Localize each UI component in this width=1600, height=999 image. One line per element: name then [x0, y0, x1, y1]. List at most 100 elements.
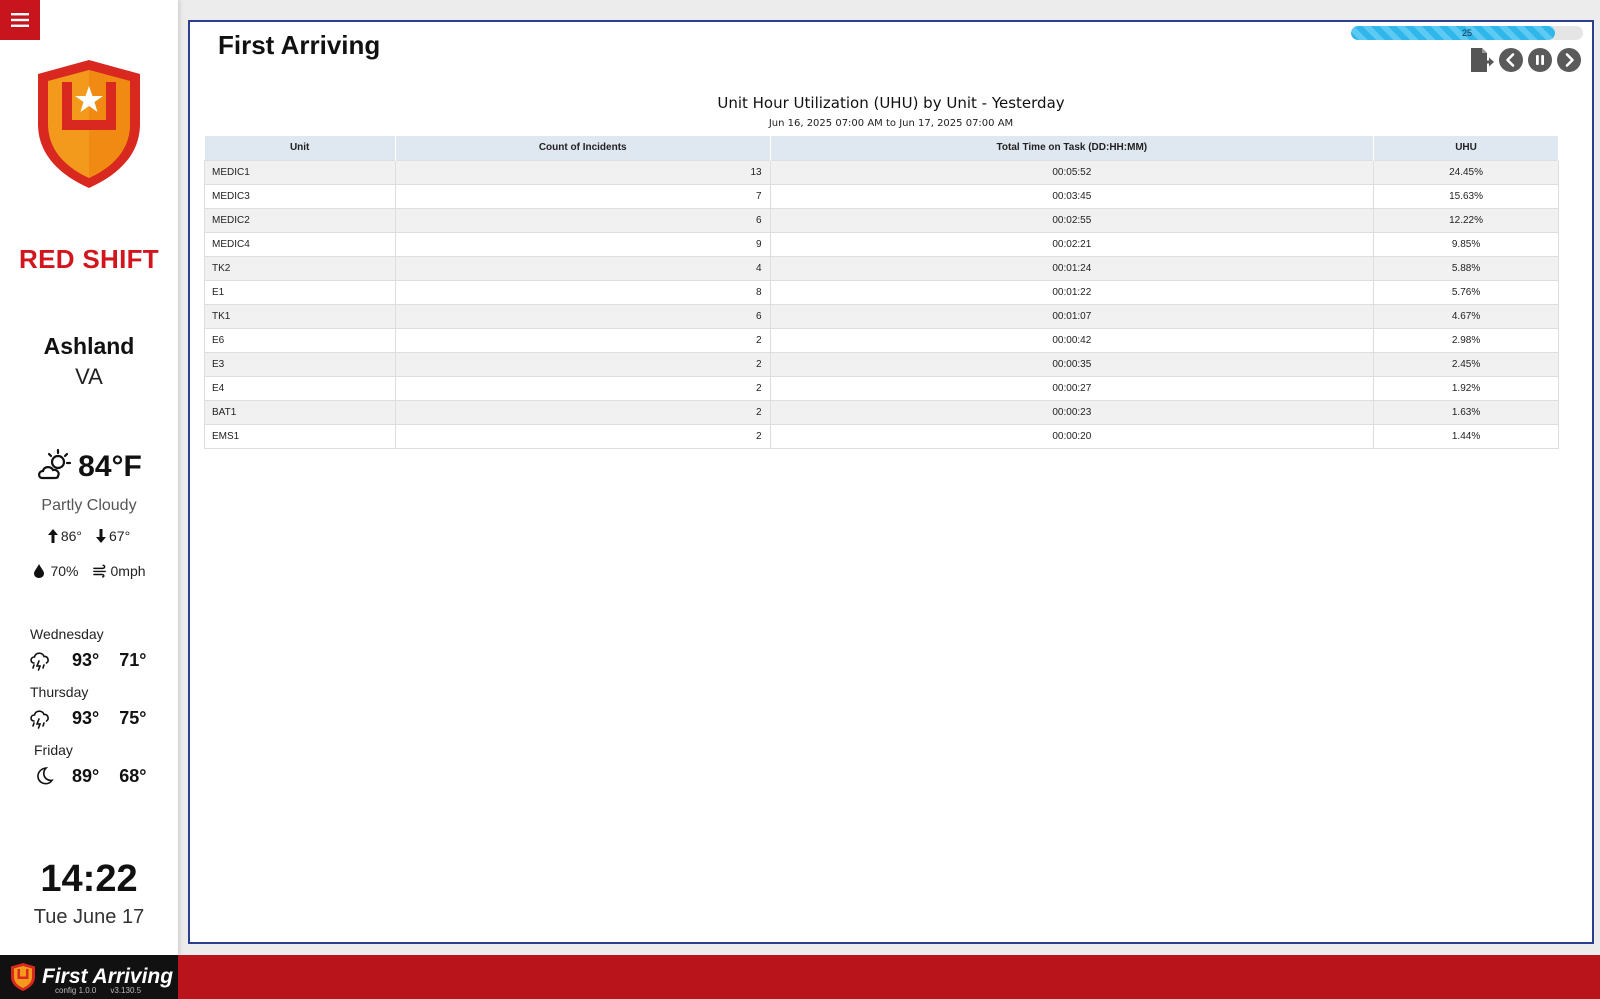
- cell-count: 8: [394, 279, 771, 305]
- cell-time-on-task: 00:00:27: [769, 375, 1375, 401]
- table-row: E6 2 00:00:42 2.98%: [204, 327, 1559, 353]
- progress-value: 25: [1461, 28, 1472, 38]
- cell-unit: MEDIC3: [204, 183, 396, 209]
- cell-time-on-task: 00:01:22: [769, 279, 1375, 305]
- table-body: MEDIC1 13 00:05:52 24.45% MEDIC3 7 00:03:45 15.…: [204, 159, 1559, 449]
- brand-logo: First Arriving config 1.0.0 v3.130.5: [0, 955, 178, 999]
- cell-unit: E1: [204, 279, 396, 305]
- department-shield-logo: [38, 60, 140, 188]
- cell-uhu: 2.98%: [1373, 327, 1559, 353]
- table-row: MEDIC2 6 00:02:55 12.22%: [204, 207, 1559, 233]
- cell-uhu: 5.76%: [1373, 279, 1559, 305]
- bottom-bar: First Arriving config 1.0.0 v3.130.5: [0, 955, 1600, 999]
- cell-uhu: 15.63%: [1373, 183, 1559, 209]
- cell-uhu: 1.92%: [1373, 375, 1559, 401]
- state-name: VA: [75, 364, 103, 389]
- forecast-day-name: Friday: [34, 742, 73, 758]
- forecast-high: 93°: [72, 649, 100, 670]
- city-name: Ashland: [43, 333, 135, 359]
- wind-value: 0mph: [110, 563, 146, 579]
- column-header-uhu: UHU: [1373, 136, 1559, 160]
- thunderstorm-icon: [30, 652, 49, 671]
- current-weather: 84°F: [0, 448, 178, 486]
- cell-uhu: 1.63%: [1373, 399, 1559, 425]
- table-row: MEDIC3 7 00:03:45 15.63%: [204, 183, 1559, 209]
- forecast-day-name: Thursday: [30, 684, 89, 700]
- column-header-unit: Unit: [204, 136, 396, 160]
- forecast-high: 89°: [72, 765, 100, 786]
- cell-unit: E4: [204, 375, 396, 401]
- cell-uhu: 2.45%: [1373, 351, 1559, 377]
- cell-count: 2: [394, 423, 771, 449]
- column-header-time: Total Time on Task (DD:HH:MM): [770, 136, 1375, 160]
- humidity-value: 70%: [50, 563, 79, 579]
- cell-time-on-task: 00:05:52: [769, 159, 1375, 185]
- version-info: config 1.0.0 v3.130.5: [55, 986, 141, 995]
- column-header-count: Count of Incidents: [395, 136, 771, 160]
- cell-count: 13: [394, 159, 771, 185]
- export-icon[interactable]: [1468, 47, 1494, 73]
- report-date-range: Jun 16, 2025 07:00 AM to Jun 17, 2025 07…: [768, 118, 1014, 129]
- cell-unit: BAT1: [204, 399, 396, 425]
- table-row: E4 2 00:00:27 1.92%: [204, 375, 1559, 401]
- table-header: Unit Count of Incidents Total Time on Ta…: [204, 136, 1559, 160]
- high-low: 86° 67°: [0, 528, 178, 544]
- cell-count: 4: [394, 255, 771, 281]
- cell-unit: TK1: [204, 303, 396, 329]
- table-row: E1 8 00:01:22 5.76%: [204, 279, 1559, 305]
- cell-uhu: 24.45%: [1373, 159, 1559, 185]
- forecast-high: 93°: [72, 707, 100, 728]
- menu-button[interactable]: [0, 0, 40, 40]
- cell-time-on-task: 00:02:21: [769, 231, 1375, 257]
- wind-icon: [92, 564, 106, 578]
- uhu-table: Unit Count of Incidents Total Time on Ta…: [204, 136, 1559, 449]
- cell-unit: EMS1: [204, 423, 396, 449]
- cell-time-on-task: 00:01:07: [769, 303, 1375, 329]
- thunderstorm-icon: [30, 710, 49, 729]
- previous-button[interactable]: [1499, 48, 1523, 72]
- cell-count: 2: [394, 351, 771, 377]
- arrow-up-icon: [47, 529, 58, 543]
- cell-count: 6: [394, 207, 771, 233]
- weather-condition: Partly Cloudy: [41, 497, 137, 514]
- cell-unit: MEDIC1: [204, 159, 396, 185]
- cell-time-on-task: 00:00:42: [769, 327, 1375, 353]
- cell-unit: E6: [204, 327, 396, 353]
- cell-time-on-task: 00:02:55: [769, 207, 1375, 233]
- table-row: TK2 4 00:01:24 5.88%: [204, 255, 1559, 281]
- hamburger-icon: [11, 13, 29, 27]
- report-title: Unit Hour Utilization (UHU) by Unit - Ye…: [717, 94, 1065, 112]
- sidebar: RED SHIFT Ashland VA 84°F Partly Cloudy …: [0, 0, 178, 955]
- humidity-drop-icon: [34, 564, 45, 578]
- humidity-wind: 70% 0mph: [0, 563, 178, 579]
- forecast-low: 68°: [119, 765, 147, 786]
- cell-count: 7: [394, 183, 771, 209]
- cell-uhu: 5.88%: [1373, 255, 1559, 281]
- cell-uhu: 4.67%: [1373, 303, 1559, 329]
- cell-unit: MEDIC4: [204, 231, 396, 257]
- cell-count: 9: [394, 231, 771, 257]
- app-version: v3.130.5: [110, 986, 142, 995]
- cell-unit: E3: [204, 351, 396, 377]
- today-low: 67°: [109, 528, 131, 544]
- table-row: EMS1 2 00:00:20 1.44%: [204, 423, 1559, 449]
- partly-cloudy-day-icon: [38, 448, 72, 480]
- slide-progress-bar: 25: [1351, 26, 1583, 40]
- cell-count: 2: [394, 375, 771, 401]
- forecast-low: 71°: [119, 649, 147, 670]
- shift-label: RED SHIFT: [19, 244, 159, 274]
- table-row: BAT1 2 00:00:23 1.63%: [204, 399, 1559, 425]
- cell-time-on-task: 00:01:24: [769, 255, 1375, 281]
- table-row: TK1 6 00:01:07 4.67%: [204, 303, 1559, 329]
- today-high: 86°: [60, 528, 82, 544]
- next-button[interactable]: [1557, 48, 1581, 72]
- cell-time-on-task: 00:00:23: [769, 399, 1375, 425]
- arrow-down-icon: [96, 529, 106, 543]
- pause-button[interactable]: [1528, 48, 1552, 72]
- cell-time-on-task: 00:00:35: [769, 351, 1375, 377]
- forecast-day-name: Wednesday: [30, 626, 104, 642]
- slideshow-controls: [1468, 47, 1581, 73]
- table-row: MEDIC1 13 00:05:52 24.45%: [204, 159, 1559, 185]
- first-arriving-logo-icon: [11, 963, 35, 991]
- cell-count: 2: [394, 399, 771, 425]
